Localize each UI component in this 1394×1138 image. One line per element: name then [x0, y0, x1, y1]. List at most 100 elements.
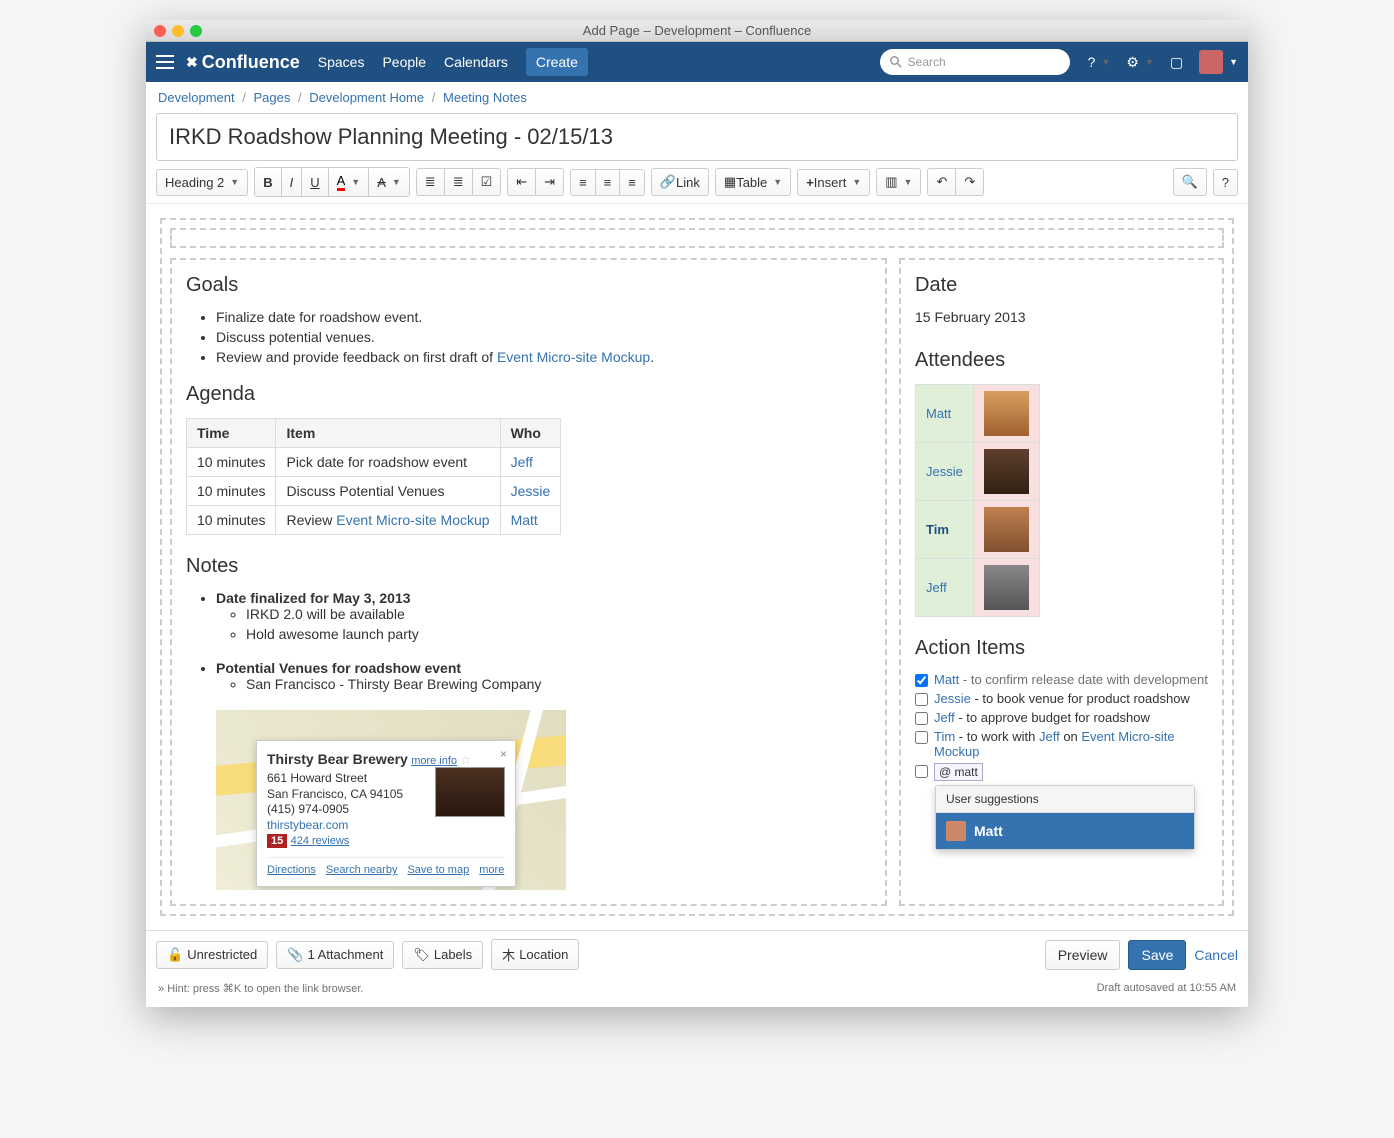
avatar: [984, 449, 1029, 494]
bullet-list-button[interactable]: ≣: [417, 169, 445, 195]
help-button[interactable]: ?: [1214, 170, 1237, 195]
avatar[interactable]: [1199, 50, 1223, 74]
goal-item: Review and provide feedback on first dra…: [216, 349, 871, 365]
bold-button[interactable]: B: [255, 168, 281, 196]
layout-button[interactable]: ▥▼: [877, 169, 920, 195]
find-button[interactable]: 🔍: [1174, 169, 1206, 195]
create-button[interactable]: Create: [526, 48, 588, 76]
user-link[interactable]: Jeff: [1039, 729, 1060, 744]
goal-item: Finalize date for roadshow event.: [216, 309, 871, 325]
cancel-link[interactable]: Cancel: [1194, 947, 1238, 963]
outdent-button[interactable]: ⇤: [508, 169, 536, 195]
action-checkbox[interactable]: [915, 674, 928, 687]
side-column[interactable]: Date 15 February 2013 Attendees Matt Jes…: [899, 258, 1224, 906]
save-button[interactable]: Save: [1128, 940, 1186, 970]
insert-button[interactable]: + Insert▼: [798, 170, 869, 195]
table-row: 10 minutes Pick date for roadshow event …: [187, 448, 561, 477]
micro-site-link[interactable]: Event Micro-site Mockup: [497, 349, 650, 365]
crumb-pages[interactable]: Pages: [253, 90, 290, 105]
suggestion-item[interactable]: Matt: [936, 813, 1194, 849]
align-left-button[interactable]: ≡: [571, 170, 596, 195]
agenda-heading: Agenda: [186, 383, 871, 406]
user-link[interactable]: Matt: [934, 672, 959, 687]
task-list-button[interactable]: ☑: [473, 169, 501, 195]
crumb-development[interactable]: Development: [158, 90, 235, 105]
website-link[interactable]: thirstybear.com: [267, 818, 348, 832]
action-checkbox[interactable]: [915, 765, 928, 778]
attendees-heading: Attendees: [915, 349, 1208, 372]
goals-heading: Goals: [186, 274, 871, 297]
help-icon[interactable]: ?▼: [1088, 54, 1111, 70]
crumb-meeting-notes[interactable]: Meeting Notes: [443, 90, 527, 105]
action-items-heading: Action Items: [915, 637, 1208, 660]
layout-top-section[interactable]: [170, 228, 1224, 248]
italic-button[interactable]: I: [282, 168, 303, 196]
strike-button[interactable]: A▼: [369, 168, 409, 196]
attendee-link[interactable]: Jeff: [926, 580, 947, 595]
mention-input[interactable]: @ matt: [934, 763, 983, 781]
nav-people[interactable]: People: [382, 54, 426, 70]
notes-heading: Notes: [186, 555, 871, 578]
star-icon[interactable]: ☆: [460, 753, 471, 767]
labels-button[interactable]: 🏷Labels: [402, 941, 483, 969]
inbox-icon[interactable]: ▢: [1170, 54, 1183, 71]
location-button[interactable]: ⽊Location: [491, 939, 579, 970]
search-input[interactable]: Search: [880, 49, 1070, 75]
more-link[interactable]: more: [479, 864, 504, 876]
search-icon: [890, 56, 902, 68]
attendee-link[interactable]: Tim: [926, 522, 949, 537]
nav-calendars[interactable]: Calendars: [444, 54, 508, 70]
redo-button[interactable]: ↷: [956, 169, 983, 195]
editor-toolbar: Heading 2▼ B I U A▼ A▼ ≣ ≣ ☑ ⇤ ⇥ ≡ ≡ ≡ 🔗…: [146, 161, 1248, 204]
breadcrumb: Development / Pages / Development Home /…: [146, 82, 1248, 113]
menu-icon[interactable]: [156, 55, 174, 69]
link-button[interactable]: 🔗 Link: [652, 169, 708, 195]
user-link[interactable]: Jessie: [511, 483, 551, 499]
close-icon[interactable]: ×: [500, 747, 507, 761]
logo[interactable]: Confluence: [186, 52, 300, 73]
undo-button[interactable]: ↶: [928, 169, 956, 195]
action-checkbox[interactable]: [915, 693, 928, 706]
main-column[interactable]: Goals Finalize date for roadshow event. …: [170, 258, 887, 906]
reviews-link[interactable]: 424 reviews: [291, 835, 350, 847]
color-button[interactable]: A▼: [329, 168, 370, 196]
save-map-link[interactable]: Save to map: [407, 864, 469, 876]
gear-icon[interactable]: ⚙▼: [1126, 54, 1153, 71]
col-item: Item: [276, 419, 500, 448]
action-checkbox[interactable]: [915, 731, 928, 744]
action-checkbox[interactable]: [915, 712, 928, 725]
map-embed[interactable]: × Thirsty Bear Brewery more info ☆ 661 H…: [216, 710, 566, 890]
action-item: @ matt: [915, 763, 1208, 781]
place-thumbnail: [435, 767, 505, 817]
hint-icon: »: [158, 983, 164, 995]
user-link[interactable]: Jessie: [934, 691, 971, 706]
user-link[interactable]: Jeff: [511, 454, 533, 470]
attendee-link[interactable]: Matt: [926, 406, 951, 421]
micro-site-link[interactable]: Event Micro-site Mockup: [336, 512, 489, 528]
attachment-button[interactable]: 📎1 Attachment: [276, 941, 394, 969]
preview-button[interactable]: Preview: [1045, 940, 1121, 970]
directions-link[interactable]: Directions: [267, 864, 316, 876]
number-list-button[interactable]: ≣: [445, 169, 473, 195]
nav-spaces[interactable]: Spaces: [318, 54, 365, 70]
indent-button[interactable]: ⇥: [536, 169, 563, 195]
attendee-link[interactable]: Jessie: [926, 464, 963, 479]
more-info-link[interactable]: more info: [411, 755, 457, 767]
table-button[interactable]: ▦ Table▼: [716, 169, 790, 195]
user-link[interactable]: Matt: [511, 512, 538, 528]
heading-select[interactable]: Heading 2▼: [157, 170, 247, 195]
autosave-text: Draft autosaved at 10:55 AM: [1097, 982, 1236, 995]
avatar: [946, 821, 966, 841]
window-title: Add Page – Development – Confluence: [146, 23, 1248, 38]
tag-icon: 🏷: [413, 947, 430, 963]
align-right-button[interactable]: ≡: [620, 170, 644, 195]
restrictions-button[interactable]: 🔓Unrestricted: [156, 941, 268, 969]
search-nearby-link[interactable]: Search nearby: [326, 864, 398, 876]
underline-button[interactable]: U: [302, 168, 328, 196]
page-title-input[interactable]: IRKD Roadshow Planning Meeting - 02/15/1…: [156, 113, 1238, 161]
user-link[interactable]: Jeff: [934, 710, 955, 725]
user-link[interactable]: Tim: [934, 729, 955, 744]
align-center-button[interactable]: ≡: [596, 170, 621, 195]
crumb-dev-home[interactable]: Development Home: [309, 90, 424, 105]
footer-bar: 🔓Unrestricted 📎1 Attachment 🏷Labels ⽊Loc…: [146, 930, 1248, 978]
